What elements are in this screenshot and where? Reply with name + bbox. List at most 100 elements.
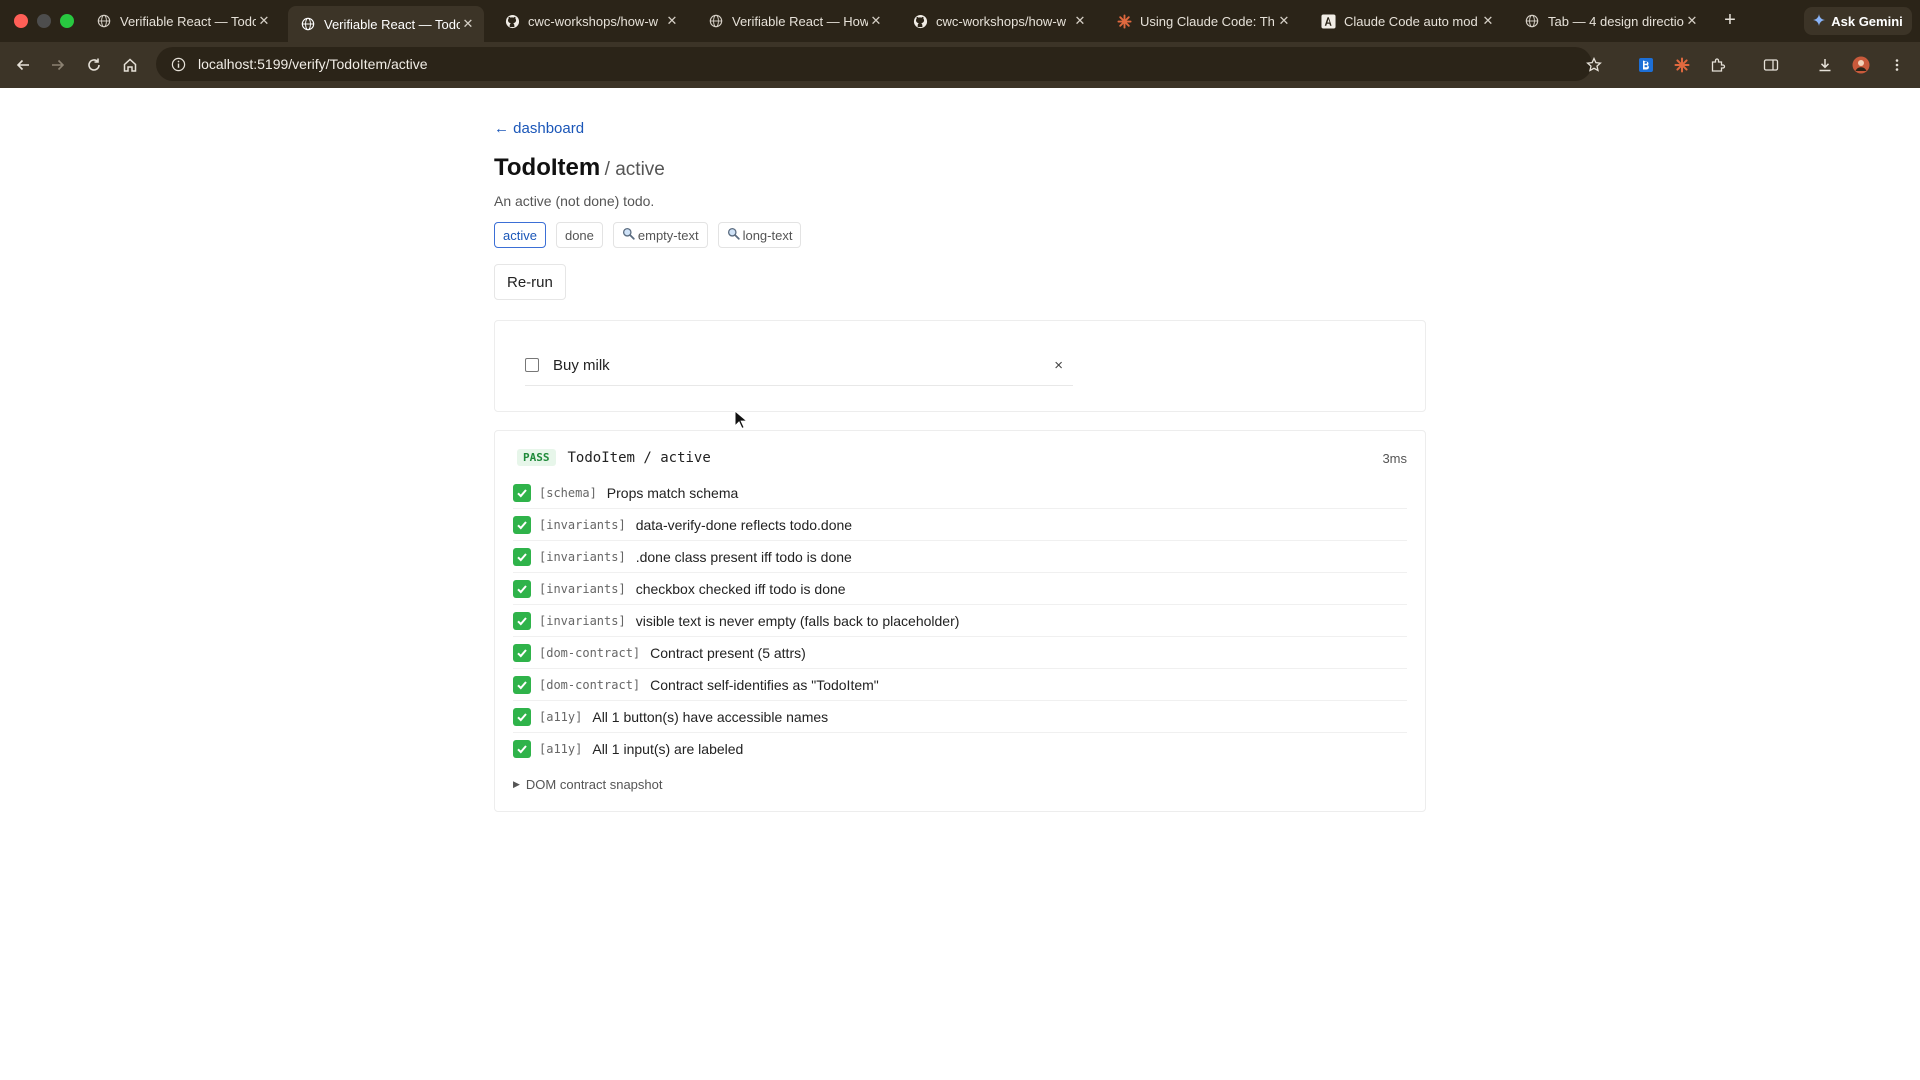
tab-title: Verifiable React — Todo [120, 13, 256, 29]
browser-tab[interactable]: Verifiable React — How ✕ [696, 6, 892, 36]
close-tab-icon[interactable]: ✕ [1072, 13, 1088, 29]
chip-label: done [564, 227, 594, 243]
variant-chip-active[interactable]: active [494, 222, 546, 248]
check-row: [a11y] All 1 button(s) have accessible n… [513, 701, 1407, 733]
tab-title: Tab — 4 design directio [1548, 13, 1684, 29]
component-preview: Buy milk × [494, 320, 1426, 412]
component-title: TodoItem [494, 154, 601, 181]
profile-avatar-icon[interactable] [1850, 54, 1872, 76]
check-message: checkbox checked iff todo is done [635, 580, 846, 597]
variant-chip-done[interactable]: done [555, 222, 603, 248]
check-category: [invariants] [539, 581, 626, 596]
check-pass-icon [513, 515, 531, 534]
tab-title: cwc-workshops/how-w [936, 13, 1067, 29]
check-category: [invariants] [539, 517, 626, 532]
browser-toolbar: localhost:5199/verify/TodoItem/active [0, 42, 1920, 88]
globe-icon [708, 13, 724, 29]
chip-label: long-text [742, 227, 793, 243]
reload-icon[interactable] [83, 54, 105, 76]
check-pass-icon [513, 643, 531, 662]
browser-tab[interactable]: cwc-workshops/how-w ✕ [492, 6, 688, 36]
close-tab-icon[interactable]: ✕ [256, 13, 272, 29]
download-icon[interactable] [1814, 54, 1836, 76]
check-row: [invariants] visible text is never empty… [513, 605, 1407, 637]
site-info-icon[interactable] [170, 56, 186, 72]
forward-arrow-icon[interactable] [47, 54, 69, 76]
todo-text: Buy milk [553, 356, 610, 374]
gemini-sparkle-icon [1813, 13, 1826, 29]
check-message: All 1 input(s) are labeled [592, 741, 744, 757]
variant-chip-empty-text[interactable]: empty-text [612, 222, 708, 248]
browser-chrome: Verifiable React — Todo ✕ Verifiable Rea… [0, 0, 1920, 88]
browser-tab[interactable]: Claude Code auto mod ✕ [1308, 6, 1504, 36]
chip-label: active [503, 227, 537, 243]
dom-snapshot-toggle[interactable]: ▶ DOM contract snapshot [513, 777, 662, 792]
bookmark-star-icon[interactable] [1583, 54, 1605, 76]
home-icon[interactable] [119, 54, 141, 76]
delete-todo-button[interactable]: × [1054, 357, 1063, 374]
check-row: [invariants] .done class present iff tod… [513, 541, 1407, 573]
back-to-dashboard-link[interactable]: ← dashboard [494, 120, 584, 137]
check-category: [a11y] [539, 709, 583, 724]
new-tab-button[interactable]: + [1718, 8, 1742, 32]
browser-tab-active[interactable]: Verifiable React — Todo ✕ [288, 6, 484, 42]
tab-bar: Verifiable React — Todo ✕ Verifiable Rea… [0, 0, 1920, 42]
variant-chip-long-text[interactable]: long-text [717, 222, 802, 248]
check-row: [schema] Props match schema [513, 477, 1407, 509]
todo-checkbox[interactable] [525, 358, 539, 372]
tab-title: Claude Code auto mod [1344, 13, 1478, 29]
check-pass-icon [513, 611, 531, 630]
url-text: localhost:5199/verify/TodoItem/active [198, 56, 428, 72]
check-message: Contract present (5 attrs) [650, 644, 806, 661]
close-tab-icon[interactable]: ✕ [868, 13, 884, 29]
browser-tab[interactable]: Tab — 4 design directio ✕ [1512, 6, 1708, 36]
anthropic-icon [1320, 13, 1336, 29]
globe-icon [96, 13, 112, 29]
close-tab-icon[interactable]: ✕ [1276, 13, 1292, 29]
check-row: [a11y] All 1 input(s) are labeled [513, 733, 1407, 765]
check-row: [dom-contract] Contract present (5 attrs… [513, 637, 1407, 669]
tab-title: cwc-workshops/how-w [528, 13, 659, 29]
tab-title: Using Claude Code: Th [1140, 13, 1275, 29]
variant-description: An active (not done) todo. [494, 193, 655, 209]
tab-title: Verifiable React — Todo [324, 16, 460, 32]
results-title: TodoItem / active [567, 449, 711, 466]
extension-b-icon[interactable] [1635, 54, 1657, 76]
address-bar[interactable]: localhost:5199/verify/TodoItem/active [156, 47, 1592, 81]
rerun-button[interactable]: Re-run [494, 264, 566, 300]
check-message: All 1 button(s) have accessible names [592, 708, 829, 725]
extensions-puzzle-icon[interactable] [1707, 54, 1729, 76]
more-menu-icon[interactable] [1886, 54, 1908, 76]
check-row: [invariants] checkbox checked iff todo i… [513, 573, 1407, 605]
globe-icon [1524, 13, 1540, 29]
check-category: [dom-contract] [539, 677, 641, 692]
side-panel-icon[interactable] [1760, 54, 1782, 76]
browser-tab[interactable]: Verifiable React — Todo ✕ [84, 6, 280, 36]
claude-extension-icon[interactable] [1671, 54, 1693, 76]
close-tab-icon[interactable]: ✕ [664, 13, 680, 29]
close-tab-icon[interactable]: ✕ [1480, 13, 1496, 29]
maximize-window-button[interactable] [60, 14, 74, 28]
check-row: [invariants] data-verify-done reflects t… [513, 509, 1407, 541]
check-category: [invariants] [539, 613, 626, 628]
back-arrow-icon[interactable] [12, 54, 34, 76]
close-tab-icon[interactable]: ✕ [1684, 13, 1700, 29]
check-category: [schema] [539, 485, 597, 500]
check-pass-icon [513, 547, 531, 566]
claude-icon [1116, 13, 1132, 29]
check-message: data-verify-done reflects todo.done [635, 516, 853, 533]
page-heading: TodoItem / active [494, 154, 665, 182]
close-window-button[interactable] [14, 14, 28, 28]
todo-item: Buy milk × [525, 345, 1073, 386]
variant-name: / active [604, 159, 665, 180]
ask-gemini-button[interactable]: Ask Gemini [1804, 7, 1912, 35]
github-icon [504, 13, 520, 29]
close-tab-icon[interactable]: ✕ [460, 16, 476, 32]
browser-tab[interactable]: Using Claude Code: Th ✕ [1104, 6, 1300, 36]
browser-tab[interactable]: cwc-workshops/how-w ✕ [900, 6, 1096, 36]
minimize-window-button[interactable] [37, 14, 51, 28]
check-pass-icon [513, 740, 531, 758]
check-pass-icon [513, 483, 531, 502]
mouse-pointer-icon [734, 409, 749, 435]
status-badge: PASS [517, 449, 556, 466]
